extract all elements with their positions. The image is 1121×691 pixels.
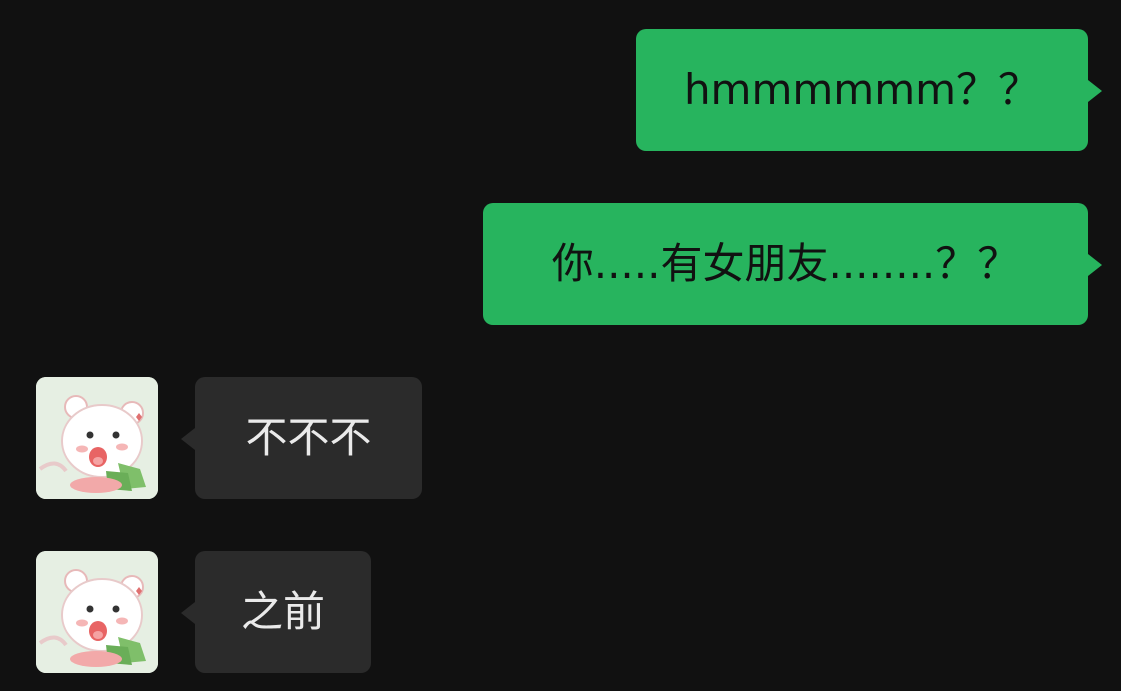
message-text: 你.....有女朋友........？？ (551, 239, 1020, 288)
bubble-tail (1088, 80, 1102, 102)
message-text: 之前 (240, 587, 325, 636)
contact-avatar[interactable] (36, 551, 158, 673)
outgoing-message-bubble[interactable]: hmmmmmm？？ (636, 29, 1088, 151)
bubble-tail (181, 428, 195, 450)
message-text: hmmmmmm？？ (683, 65, 1041, 114)
contact-avatar[interactable] (36, 377, 158, 499)
bubble-tail (181, 602, 195, 624)
incoming-message-bubble[interactable]: 不不不 (195, 377, 422, 499)
cartoon-bear-avatar-icon (36, 551, 158, 673)
incoming-message-bubble[interactable]: 之前 (195, 551, 371, 673)
outgoing-message-bubble[interactable]: 你.....有女朋友........？？ (483, 203, 1088, 325)
message-text: 不不不 (245, 413, 372, 462)
bubble-tail (1088, 254, 1102, 276)
cartoon-bear-avatar-icon (36, 377, 158, 499)
